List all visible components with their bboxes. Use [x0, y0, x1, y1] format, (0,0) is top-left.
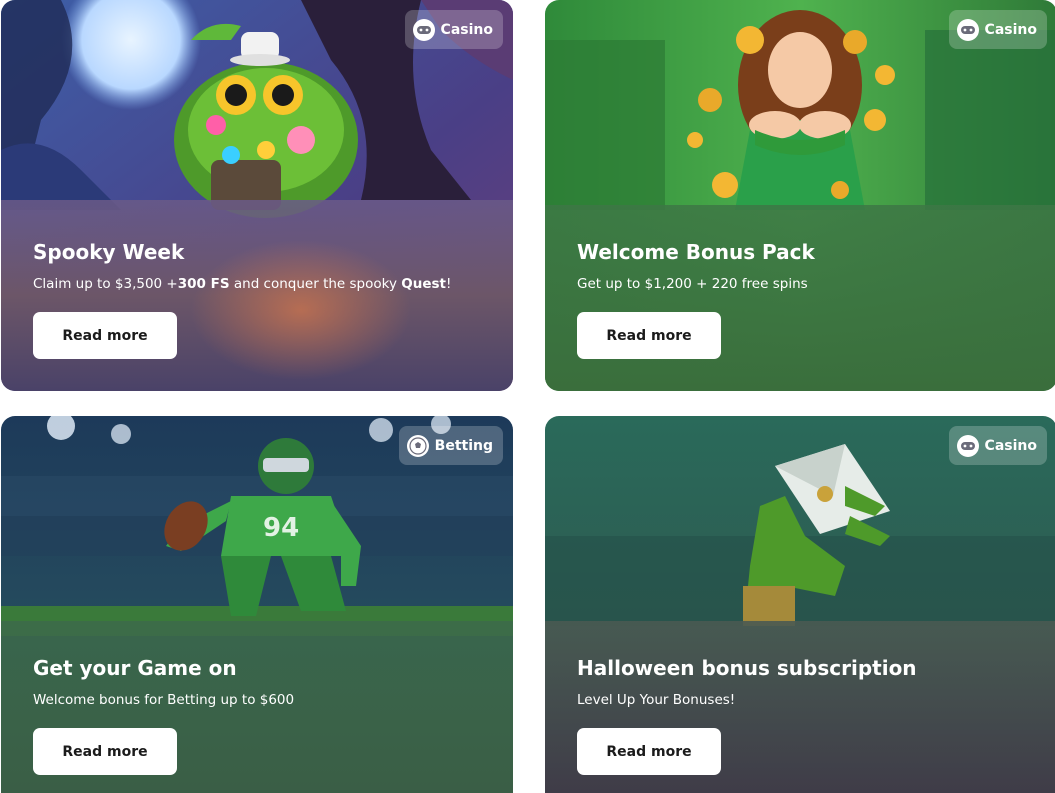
promo-card-spooky-week[interactable]: Casino Spooky Week Claim up to $3,500 +3… — [1, 0, 513, 391]
badge-label: Casino — [984, 21, 1037, 38]
read-more-button[interactable]: Read more — [577, 728, 721, 775]
gamepad-icon — [412, 18, 435, 41]
promo-description: Welcome bonus for Betting up to $600 — [33, 692, 295, 708]
gamepad-icon — [956, 434, 979, 457]
read-more-button[interactable]: Read more — [33, 312, 177, 359]
badge-label: Betting — [434, 437, 493, 454]
category-badge: Casino — [948, 10, 1047, 49]
svg-text:94: 94 — [263, 513, 299, 543]
promo-card-welcome-bonus[interactable]: Casino Welcome Bonus Pack Get up to $1,2… — [545, 0, 1055, 391]
promo-title: Welcome Bonus Pack — [577, 240, 815, 264]
promo-description: Claim up to $3,500 +300 FS and conquer t… — [33, 276, 452, 292]
read-more-button[interactable]: Read more — [33, 728, 177, 775]
badge-label: Casino — [440, 21, 493, 38]
category-badge: Betting — [398, 426, 503, 465]
category-badge: Casino — [404, 10, 503, 49]
promo-description: Level Up Your Bonuses! — [577, 692, 736, 708]
soccer-ball-icon — [406, 434, 429, 457]
promo-card-halloween-subscription[interactable]: Casino Halloween bonus subscription Leve… — [545, 416, 1055, 793]
promo-description: Get up to $1,200 + 220 free spins — [577, 276, 808, 292]
category-badge: Casino — [948, 426, 1047, 465]
gamepad-icon — [956, 18, 979, 41]
promo-title: Get your Game on — [33, 656, 237, 680]
badge-label: Casino — [984, 437, 1037, 454]
read-more-button[interactable]: Read more — [577, 312, 721, 359]
promo-card-game-on[interactable]: 94 Betting Get your Game on Welcome bonu… — [1, 416, 513, 793]
promo-title: Halloween bonus subscription — [577, 656, 917, 680]
promo-title: Spooky Week — [33, 240, 185, 264]
